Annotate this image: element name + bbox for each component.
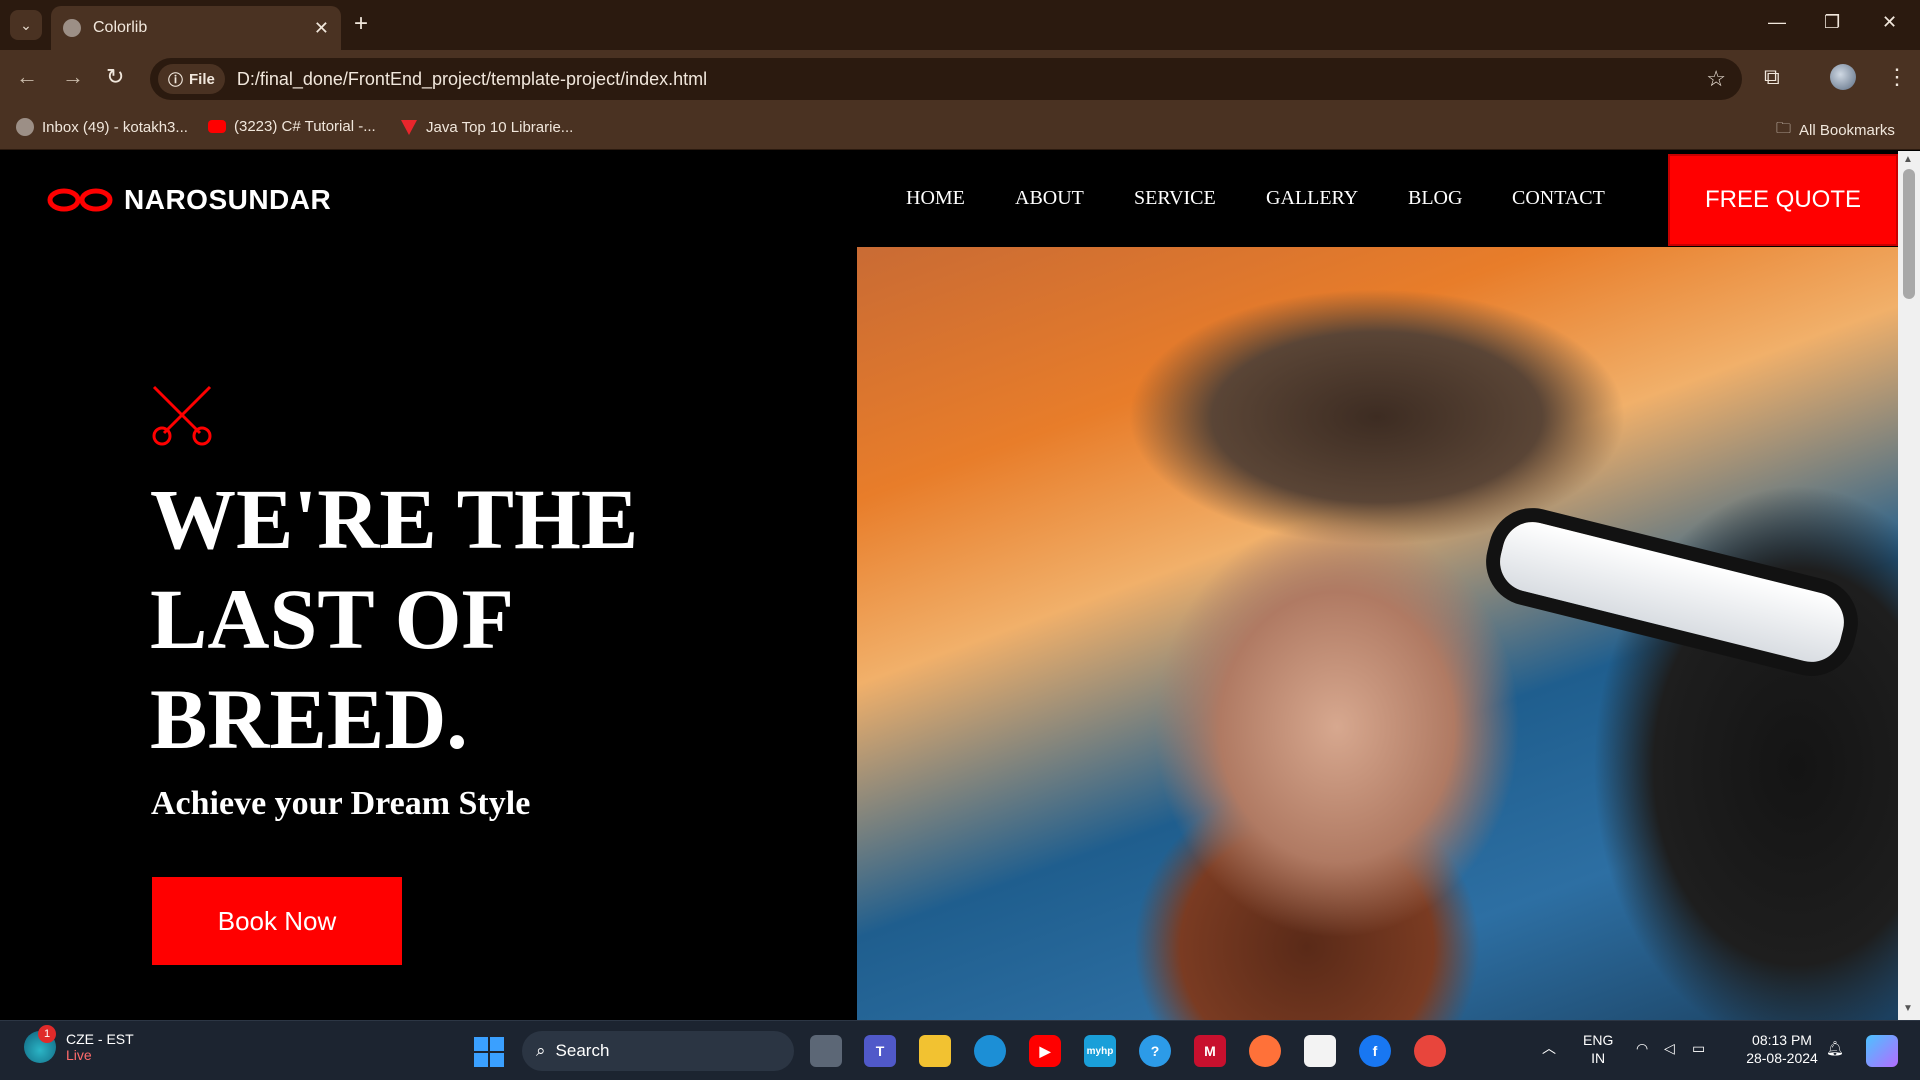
- brand-name: NAROSUNDAR: [124, 184, 332, 215]
- file-explorer-icon[interactable]: [919, 1035, 951, 1067]
- nav-contact[interactable]: CONTACT: [1512, 187, 1605, 210]
- bookmark-label: Java Top 10 Librarie...: [426, 118, 574, 136]
- tab-search-button[interactable]: ⌄: [10, 10, 42, 40]
- web-page: NAROSUNDAR HOME ABOUT SERVICE GALLERY BL…: [0, 151, 1898, 1020]
- globe-icon: [63, 19, 81, 37]
- scrollbar-thumb[interactable]: [1903, 169, 1915, 299]
- restore-button[interactable]: ❐: [1824, 12, 1840, 33]
- youtube-icon[interactable]: ▶: [1029, 1035, 1061, 1067]
- start-button[interactable]: [474, 1037, 504, 1067]
- language-bottom: IN: [1591, 1050, 1606, 1066]
- url-text[interactable]: D:/final_done/FrontEnd_project/template-…: [237, 69, 707, 90]
- globe-icon: [16, 118, 34, 136]
- address-bar[interactable]: ⓘ File D:/final_done/FrontEnd_project/te…: [150, 58, 1742, 100]
- microsoft-store-icon[interactable]: [1304, 1035, 1336, 1067]
- edge-icon[interactable]: [974, 1035, 1006, 1067]
- headline-line-1: WE'RE THE: [150, 471, 639, 567]
- minimize-button[interactable]: —: [1768, 12, 1786, 33]
- profile-avatar[interactable]: [1830, 64, 1856, 90]
- search-label: Search: [555, 1041, 610, 1060]
- battery-icon[interactable]: ▭: [1692, 1039, 1705, 1057]
- volume-icon[interactable]: ◁: [1664, 1039, 1675, 1057]
- mcafee-icon[interactable]: M: [1194, 1035, 1226, 1067]
- browser-toolbar: ← → ↻ ⓘ File D:/final_done/FrontEnd_proj…: [0, 50, 1920, 108]
- weather-location: CZE - EST: [66, 1031, 134, 1047]
- weather-widget[interactable]: 1 CZE - EST Live: [24, 1025, 134, 1063]
- back-button[interactable]: ←: [16, 64, 38, 90]
- windows-taskbar: 1 CZE - EST Live ⌕ Search T ▶ myhp ? M f…: [0, 1020, 1920, 1080]
- nav-about[interactable]: ABOUT: [1015, 187, 1084, 210]
- bookmark-java-libraries[interactable]: Java Top 10 Librarie...: [400, 118, 573, 136]
- scroll-up-arrow-icon[interactable]: ▲: [1903, 154, 1913, 165]
- extensions-icon[interactable]: ⧉: [1764, 64, 1780, 90]
- close-window-button[interactable]: ✕: [1882, 12, 1897, 33]
- info-icon: ⓘ: [168, 71, 184, 89]
- hero-subheadline: Achieve your Dream Style: [151, 785, 531, 822]
- tab-title: Colorlib: [93, 19, 148, 36]
- browser-tab[interactable]: Colorlib ✕: [51, 6, 341, 50]
- nav-home[interactable]: HOME: [906, 187, 965, 210]
- nav-gallery[interactable]: GALLERY: [1266, 187, 1358, 210]
- bookmark-star-icon[interactable]: ☆: [1706, 66, 1726, 92]
- myhp-icon[interactable]: myhp: [1084, 1035, 1116, 1067]
- free-quote-button[interactable]: FREE QUOTE: [1668, 154, 1898, 246]
- browser-tab-strip: ⌄ Colorlib ✕ + — ❐ ✕: [0, 0, 1920, 50]
- notification-badge: 1: [38, 1025, 56, 1043]
- search-icon: ⌕: [536, 1041, 546, 1060]
- site-logo[interactable]: NAROSUNDAR: [46, 184, 331, 216]
- copilot-icon[interactable]: [1866, 1035, 1898, 1067]
- bookmark-label: Inbox (49) - kotakh3...: [42, 118, 188, 136]
- language-indicator[interactable]: ENG IN: [1583, 1031, 1613, 1067]
- teams-icon[interactable]: T: [864, 1035, 896, 1067]
- more-menu-icon[interactable]: ⋮: [1886, 64, 1908, 90]
- nav-service[interactable]: SERVICE: [1134, 187, 1216, 210]
- vivaldi-icon: [400, 118, 418, 136]
- new-tab-button[interactable]: +: [354, 10, 368, 38]
- all-bookmarks[interactable]: 🗀 All Bookmarks: [1776, 118, 1895, 143]
- forward-button[interactable]: →: [62, 64, 84, 90]
- bookmarks-bar: Inbox (49) - kotakh3... (3223) C# Tutori…: [0, 108, 1920, 150]
- mustache-logo-icon: [47, 188, 113, 212]
- bookmark-inbox[interactable]: Inbox (49) - kotakh3...: [16, 118, 188, 136]
- clock-time: 08:13 PM: [1752, 1032, 1812, 1048]
- hero-barber-photo: [857, 247, 1898, 1020]
- notifications-bell-icon[interactable]: 🔔︎: [1826, 1039, 1844, 1057]
- show-hidden-icons-chevron-icon[interactable]: ︿: [1542, 1039, 1556, 1057]
- all-bookmarks-label: All Bookmarks: [1799, 122, 1895, 139]
- headline-line-2: LAST OF: [150, 571, 515, 667]
- firefox-icon[interactable]: [1249, 1035, 1281, 1067]
- headline-line-3: BREED.: [150, 671, 468, 767]
- reload-button[interactable]: ↻: [106, 64, 124, 90]
- weather-status: Live: [66, 1047, 92, 1063]
- bookmark-csharp-tutorial[interactable]: (3223) C# Tutorial -...: [208, 118, 376, 135]
- clock[interactable]: 08:13 PM 28-08-2024: [1740, 1031, 1824, 1067]
- wifi-icon[interactable]: ◠: [1636, 1039, 1648, 1057]
- folder-icon: 🗀: [1776, 120, 1792, 137]
- page-scrollbar[interactable]: ▲ ▼: [1898, 151, 1920, 1020]
- taskbar-search[interactable]: ⌕ Search: [522, 1031, 794, 1071]
- language-top: ENG: [1583, 1032, 1614, 1048]
- book-now-button[interactable]: Book Now: [152, 877, 402, 965]
- clock-date: 28-08-2024: [1746, 1050, 1818, 1066]
- hero-headline: WE'RE THE LAST OF BREED.: [150, 469, 638, 769]
- chrome-icon[interactable]: [1414, 1035, 1446, 1067]
- youtube-icon: [208, 120, 226, 133]
- scroll-down-arrow-icon[interactable]: ▼: [1903, 1003, 1913, 1014]
- close-icon[interactable]: ✕: [314, 18, 329, 39]
- help-icon[interactable]: ?: [1139, 1035, 1171, 1067]
- task-view-icon[interactable]: [810, 1035, 842, 1067]
- site-info-chip[interactable]: ⓘ File: [158, 64, 225, 94]
- scissors-icon: [152, 385, 212, 446]
- hair-clipper-shape: [1493, 515, 1851, 669]
- nav-blog[interactable]: BLOG: [1408, 187, 1462, 210]
- bookmark-label: (3223) C# Tutorial -...: [234, 118, 376, 135]
- facebook-icon[interactable]: f: [1359, 1035, 1391, 1067]
- weather-icon: 1: [24, 1025, 56, 1063]
- file-chip-label: File: [189, 70, 215, 88]
